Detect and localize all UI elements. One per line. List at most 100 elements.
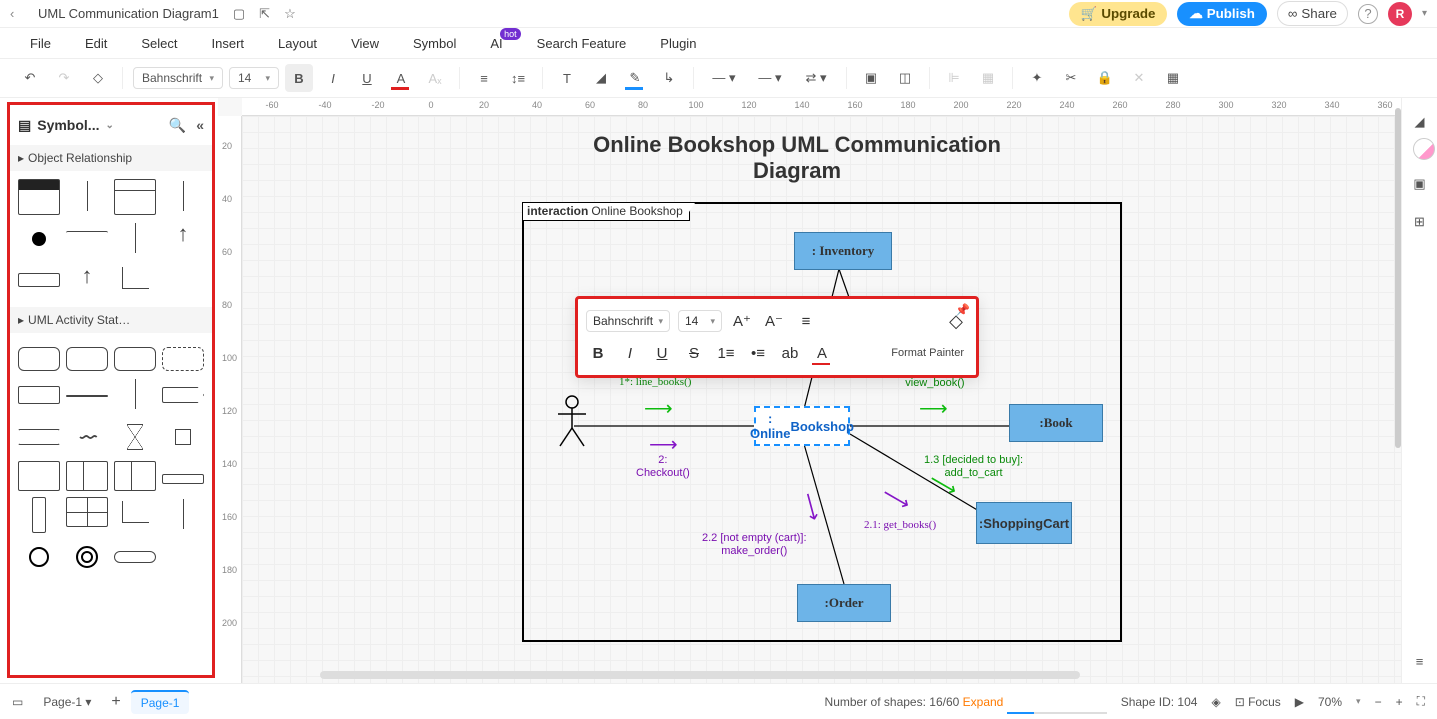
float-font-select[interactable]: Bahnschrift▾ [586,310,670,332]
object-book[interactable]: :Book [1009,404,1103,442]
fullscreen-icon[interactable]: ⛶ [1417,694,1425,709]
font-family-select[interactable]: Bahnschrift▾ [133,67,223,89]
grid-panel-icon[interactable]: ⊞ [1408,210,1432,234]
upgrade-button[interactable]: 🛒Upgrade [1069,2,1168,26]
zoom-level[interactable]: 70% [1318,695,1342,709]
float-font-color-icon[interactable]: A [810,341,834,365]
interaction-frame[interactable]: interaction Online Bookshop : Inventory … [522,202,1122,642]
line-spacing-button[interactable]: ↕≡ [504,64,532,92]
font-color-button[interactable]: A [387,64,415,92]
shape-class[interactable] [114,179,156,215]
shape-state[interactable] [66,347,108,371]
shape-vbar[interactable] [32,497,46,533]
line-color-button[interactable]: ✎ [621,64,649,92]
arrow-style-button[interactable]: ⇄ ▾ [796,64,836,92]
horizontal-scrollbar[interactable] [240,671,1401,679]
shape-connector[interactable] [66,395,108,397]
menu-symbol[interactable]: Symbol [413,36,456,51]
shape-table[interactable] [18,179,60,215]
increase-font-icon[interactable]: A⁺ [730,309,754,333]
user-menu-chevron-icon[interactable]: ▾ [1422,8,1427,19]
menu-select[interactable]: Select [141,36,177,51]
group-button[interactable]: ◫ [891,64,919,92]
collapse-sidebar-icon[interactable]: « [196,117,204,134]
zoom-out-button[interactable]: − [1375,695,1382,709]
shape-partition2[interactable] [114,461,156,491]
shape-grid[interactable] [66,497,108,527]
menu-search[interactable]: Search Feature [537,36,627,51]
shape-panel-icon[interactable]: ▣ [1408,172,1432,196]
shape-vline2[interactable] [162,179,204,215]
format-painter-icon[interactable]: ◇ [84,64,112,92]
underline-button[interactable]: U [353,64,381,92]
shape-empty2[interactable] [162,539,204,575]
object-shopping-cart[interactable]: :ShoppingCart [976,502,1072,544]
shape-state2[interactable] [114,347,156,371]
effects-button[interactable]: ✦ [1023,64,1051,92]
bullet-list-icon[interactable]: •≡ [746,341,770,365]
page-selector[interactable]: Page-1 ▾ [33,691,101,713]
expand-caret-icon[interactable]: ⌄ [105,120,113,131]
menu-plugin[interactable]: Plugin [660,36,696,51]
fit-icon[interactable]: ▶ [1295,695,1304,709]
shape-object[interactable] [18,386,60,404]
shape-rect[interactable] [18,273,60,287]
expand-link[interactable]: Expand [963,695,1004,709]
actor-icon[interactable] [554,394,590,450]
shape-empty[interactable] [162,263,204,299]
shape-tag[interactable] [162,387,204,403]
italic-button[interactable]: I [319,64,347,92]
color-indicator[interactable] [1413,138,1435,160]
menu-ai[interactable]: AIhot [490,36,502,51]
shape-arrow-up2[interactable] [66,263,108,299]
clear-format-button[interactable]: Aₓ [421,64,449,92]
text-case-icon[interactable]: ab [778,341,802,365]
help-icon[interactable]: ? [1358,4,1378,24]
connector-style-button[interactable]: ↳ [655,64,683,92]
focus-button[interactable]: ⊡ Focus [1235,695,1281,709]
export-icon[interactable]: ⇱ [259,6,270,22]
shape-pill[interactable] [114,551,156,563]
shape-hline[interactable] [66,231,108,251]
menu-insert[interactable]: Insert [212,36,245,51]
canvas[interactable]: -60-40-200204060801001201401601802002202… [218,98,1401,683]
float-underline-button[interactable]: U [650,341,674,365]
object-order[interactable]: :Order [797,584,891,622]
shape-corner2[interactable] [114,497,156,533]
shape-signal[interactable] [18,429,60,445]
vertical-scrollbar[interactable] [1395,98,1401,683]
distribute-button[interactable]: ▦ [974,64,1002,92]
fill-panel-icon[interactable]: ◢ [1408,110,1432,134]
shape-vline3[interactable] [114,221,156,257]
bold-button[interactable]: B [285,64,313,92]
shape-partition[interactable] [66,461,108,491]
pin-icon[interactable]: 📌 [955,303,970,317]
object-inventory[interactable]: : Inventory [794,232,892,270]
more-panel-icon[interactable]: ≡ [1408,649,1432,673]
align-left-icon[interactable]: ≡ [794,309,818,333]
float-strike-button[interactable]: S [682,341,706,365]
shape-square[interactable] [162,419,204,455]
text-tool-icon[interactable]: T [553,64,581,92]
shape-final[interactable] [66,539,108,575]
shape-filled-circle[interactable] [18,221,60,257]
fill-color-button[interactable]: ◢ [587,64,615,92]
overlap-button[interactable]: ▣ [857,64,885,92]
save-icon[interactable]: ▢ [233,6,245,22]
menu-edit[interactable]: Edit [85,36,107,51]
shape-ring[interactable] [18,539,60,575]
float-size-select[interactable]: 14▾ [678,310,722,332]
share-button[interactable]: ∞Share [1277,1,1348,26]
category-uml-activity[interactable]: ▸UML Activity Stat… [10,307,212,333]
object-online-bookshop[interactable]: : OnlineBookshop [754,406,850,446]
table-button[interactable]: ▦ [1159,64,1187,92]
shape-vline[interactable] [66,179,108,215]
add-page-button[interactable]: + [111,693,120,711]
float-bold-button[interactable]: B [586,341,610,365]
star-icon[interactable]: ☆ [284,6,296,22]
publish-button[interactable]: ☁Publish [1177,2,1266,26]
lock-button[interactable]: 🔒 [1091,64,1119,92]
menu-layout[interactable]: Layout [278,36,317,51]
shape-flow[interactable] [66,419,108,455]
undo-icon[interactable]: ↶ [16,64,44,92]
